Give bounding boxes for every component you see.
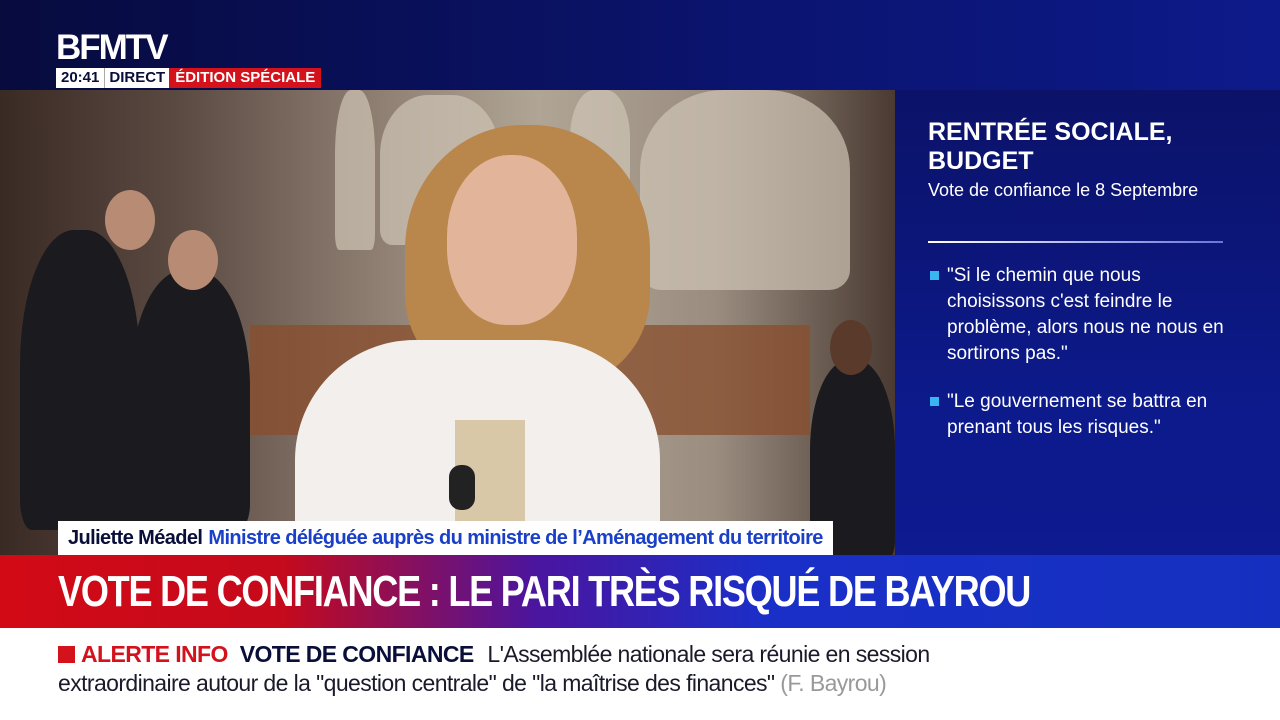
guest-name: Juliette Méadel [68, 526, 203, 549]
bullet-icon [930, 271, 939, 280]
background-person [20, 230, 140, 530]
guest-role: Ministre déléguée auprès du ministre de … [208, 526, 823, 549]
background-head [830, 320, 872, 375]
bullet-icon [930, 397, 939, 406]
alert-label: ALERTE INFO [81, 641, 228, 667]
info-panel: RENTRÉE SOCIALE, BUDGET Vote de confianc… [895, 90, 1280, 555]
headline-banner: VOTE DE CONFIANCE : LE PARI TRÈS RISQUÉ … [0, 555, 1280, 628]
background-person [130, 270, 250, 530]
quote-text: "Si le chemin que nous choisissons c'est… [947, 265, 1224, 364]
microphone [449, 465, 475, 510]
top-bar: BFMTV 20:41 DIRECT ÉDITION SPÉCIALE [0, 0, 1280, 90]
background-head [105, 190, 155, 250]
sculpture-right [640, 90, 850, 290]
guest-face [447, 155, 577, 325]
headline-text: VOTE DE CONFIANCE : LE PARI TRÈS RISQUÉ … [58, 566, 1031, 616]
quote-text: "Le gouvernement se battra en prenant to… [947, 391, 1208, 438]
panel-title: RENTRÉE SOCIALE, BUDGET [928, 118, 1173, 175]
guest-name-bar: Juliette Méadel Ministre déléguée auprès… [58, 521, 833, 555]
live-label: DIRECT [105, 68, 170, 88]
channel-logo: BFMTV [56, 28, 169, 67]
edition-label: ÉDITION SPÉCIALE [169, 68, 322, 88]
ticker-topic: VOTE DE CONFIANCE [239, 641, 474, 667]
video-feed [0, 90, 895, 555]
divider [928, 241, 1223, 243]
news-ticker: ALERTE INFO VOTE DE CONFIANCE L'Assemblée… [0, 628, 1280, 720]
live-badge: 20:41 DIRECT ÉDITION SPÉCIALE [56, 68, 322, 88]
alert-square-icon [58, 646, 75, 663]
quote-item: "Si le chemin que nous choisissons c'est… [928, 263, 1228, 367]
quote-item: "Le gouvernement se battra en prenant to… [928, 389, 1228, 441]
ticker-source: (F. Bayrou) [780, 670, 887, 696]
panel-subtitle: Vote de confiance le 8 Septembre [928, 180, 1199, 200]
background-head [168, 230, 218, 290]
clock: 20:41 [56, 68, 106, 88]
column-decor [335, 90, 375, 250]
